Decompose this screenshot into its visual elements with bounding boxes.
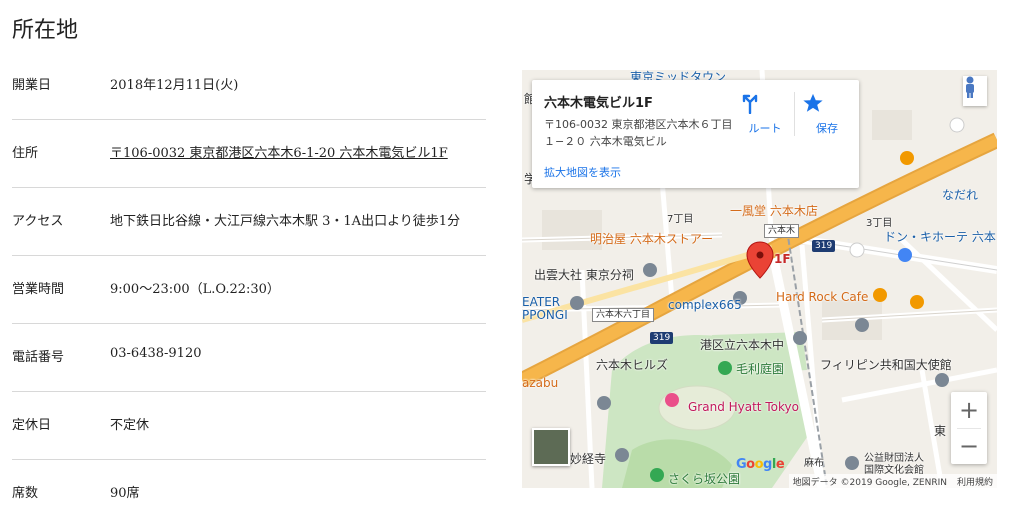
zoom-out-button[interactable]: − [951,428,987,464]
street-view-pegman[interactable] [963,76,987,106]
road-badge-roppongi6: 六本木六丁目 [592,308,655,322]
address-link[interactable]: 〒106-0032 東京都港区六本木6-1-20 六本木電気ビル1F [110,142,448,161]
map-label-3chome: 3丁目 [866,218,893,229]
info-value: 不定休 [110,418,150,433]
zoom-divider [957,428,981,429]
star-icon [802,92,852,116]
info-label: 住所 [12,146,39,161]
info-value: 03-6438-9120 [110,346,202,361]
card-divider [794,92,795,136]
info-row-address: 住所 〒106-0032 東京都港区六本木6-1-20 六本木電気ビル1F [12,120,486,188]
map-label-philippines[interactable]: フィリピン共和国大使館 [820,356,952,373]
route-shield-319: 319 [812,240,836,252]
embedded-map[interactable]: 東京ミッドタウン 学 館 一風堂 六本木店 7丁目 3丁目 明治屋 六本木ストア… [522,70,997,488]
map-label-grand-hyatt[interactable]: Grand Hyatt Tokyo [688,400,799,414]
minus-icon: − [958,432,980,460]
map-label-azabu: azabu [522,376,559,390]
info-label: 定休日 [12,418,52,433]
map-label-sakurazaka[interactable]: さくら坂公園 [668,470,740,487]
info-value: 2018年12月11日(火) [110,78,239,93]
info-value: 地下鉄日比谷線・大江戸線六本木駅 3・1A出口より徒歩1分 [110,214,461,229]
terms-link[interactable]: 利用規約 [957,475,993,488]
map-attribution: 地図データ ©2019 Google, ZENRIN [792,477,947,488]
view-larger-map-link[interactable]: 拡大地図を表示 [544,164,621,180]
info-value: 9:00～23:00（L.O.22:30） [110,282,280,297]
map-label-hard-rock[interactable]: Hard Rock Cafe [776,290,868,304]
page-title: 所在地 [12,18,79,43]
directions-label: ルート [748,122,782,135]
map-pin-label[interactable]: 1F [774,252,791,266]
zoom-control: + − [951,392,987,464]
map-label-hills[interactable]: 六本木ヒルズ [596,356,668,373]
map-label-donki[interactable]: ドン・キホーテ 六本 [884,228,996,245]
map-label-meijiya[interactable]: 明治屋 六本木ストアー [590,230,713,247]
info-row-opening-date: 開業日 2018年12月11日(火) [12,52,486,120]
save-button[interactable]: 保存 [802,92,852,136]
place-address: 〒106-0032 東京都港区六本木６丁目１−２０ 六本木電気ビル [544,118,733,148]
map-label-minato-jhs[interactable]: 港区立六本木中 [700,336,784,353]
plus-icon: + [958,396,980,424]
place-card: 六本木電気ビル1F 〒106-0032 東京都港区六本木６丁目１−２０ 六本木電… [532,80,859,188]
location-pin-icon [746,241,774,279]
info-row-hours: 営業時間 9:00～23:00（L.O.22:30） [12,256,486,324]
map-label-myokyoji[interactable]: 妙経寺 [570,450,606,467]
info-row-phone: 電話番号 03-6438-9120 [12,324,486,392]
road-badge-roppongi: 六本木 [764,224,800,238]
map-footer: 地図データ ©2019 Google, ZENRIN 利用規約 [788,474,997,488]
map-label-complex665[interactable]: complex665 [668,298,742,312]
map-label-ippudo[interactable]: 一風堂 六本木店 [730,202,818,219]
info-label: 開業日 [12,78,52,93]
map-label-theater[interactable]: EATER PPONGI [522,296,568,322]
directions-icon [740,92,790,116]
satellite-view-toggle[interactable] [532,428,570,466]
info-label: アクセス [12,214,64,229]
info-value: 90席 [110,486,140,501]
info-label: 席数 [12,486,39,501]
info-label: 電話番号 [12,350,65,365]
map-label-nadare: なだれ [942,188,979,202]
info-label: 営業時間 [12,282,65,297]
place-name: 六本木電気ビル1F [544,96,653,111]
info-table: 開業日 2018年12月11日(火) 住所 〒106-0032 東京都港区六本木… [12,52,486,520]
google-logo: Google [736,457,785,472]
info-row-closed: 定休日 不定休 [12,392,486,460]
info-row-seats: 席数 90席 [12,460,486,520]
map-label-7chome: 7丁目 [667,214,694,225]
info-row-access: アクセス 地下鉄日比谷線・大江戸線六本木駅 3・1A出口より徒歩1分 [12,188,486,256]
route-shield-319: 319 [650,332,674,344]
map-label-izumo[interactable]: 出雲大社 東京分祠 [534,266,634,283]
directions-button[interactable]: ルート [740,92,790,136]
map-label-mouri[interactable]: 毛利庭園 [736,360,784,377]
map-label-aza: 麻布 [804,458,824,469]
map-label-higashi: 東 [934,424,947,438]
zoom-in-button[interactable]: + [951,392,987,428]
save-label: 保存 [816,122,838,135]
